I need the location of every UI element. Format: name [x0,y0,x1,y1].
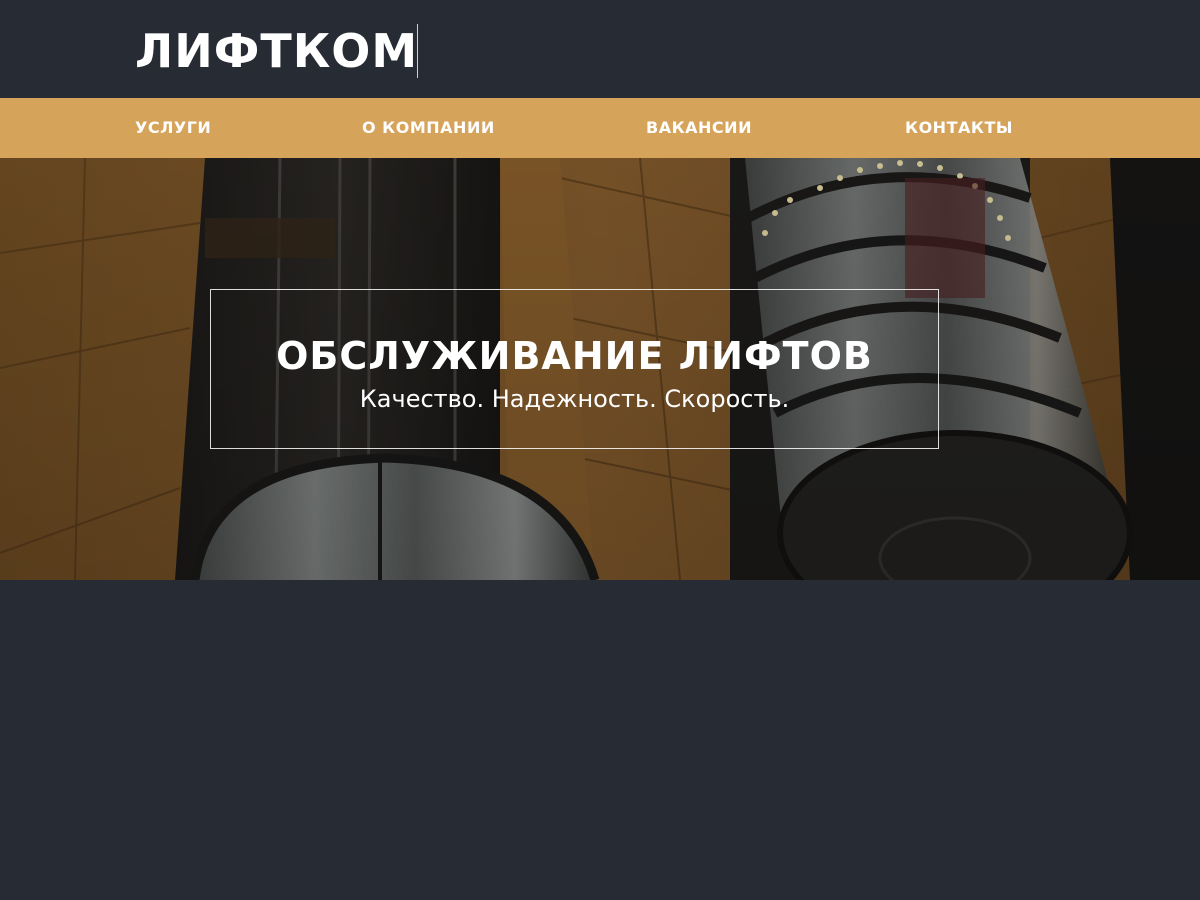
hero-subtitle: Качество. Надежность. Скорость. [359,385,790,413]
hero-title: ОБСЛУЖИВАНИЕ ЛИФТОВ [276,334,873,378]
page-body [0,580,1200,900]
nav-item-services[interactable]: УСЛУГИ [135,98,211,158]
site-header: ЛИФТКОМ [0,0,1200,98]
main-nav: УСЛУГИ О КОМПАНИИ ВАКАНСИИ КОНТАКТЫ [0,98,1200,158]
nav-item-vacancies[interactable]: ВАКАНСИИ [646,98,752,158]
nav-item-contacts[interactable]: КОНТАКТЫ [905,98,1013,158]
hero-section: ОБСЛУЖИВАНИЕ ЛИФТОВ Качество. Надежность… [0,158,1200,580]
hero-caption-box: ОБСЛУЖИВАНИЕ ЛИФТОВ Качество. Надежность… [210,289,939,449]
site-logo[interactable]: ЛИФТКОМ [135,24,418,78]
nav-item-about[interactable]: О КОМПАНИИ [362,98,495,158]
logo-divider [417,24,418,78]
